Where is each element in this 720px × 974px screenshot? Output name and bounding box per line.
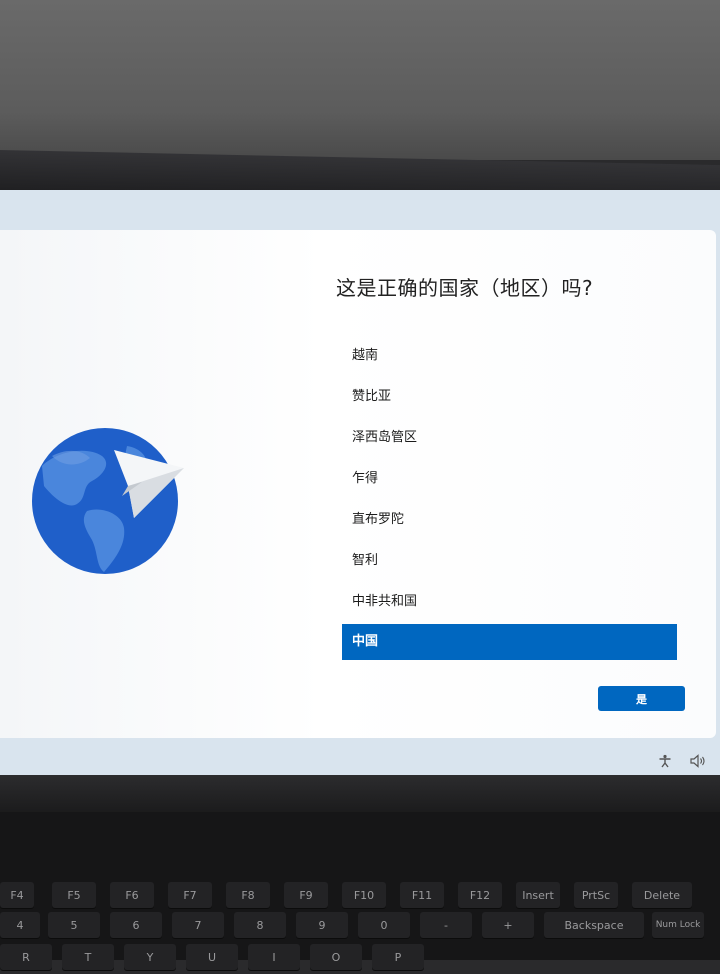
key-9: 9 <box>296 912 348 938</box>
key-p: P <box>372 944 424 970</box>
key-4: 4 <box>0 912 40 938</box>
country-item-chile[interactable]: 智利 <box>342 540 677 581</box>
key-f7: F7 <box>168 882 212 908</box>
key-5: 5 <box>48 912 100 938</box>
country-item-jersey[interactable]: 泽西岛管区 <box>342 417 677 458</box>
keyboard: F4 F5 F6 F7 F8 F9 F10 F11 F12 Insert Prt… <box>0 812 720 970</box>
key-insert: Insert <box>516 882 560 908</box>
key-u: U <box>186 944 238 970</box>
key-f5: F5 <box>52 882 96 908</box>
key-plus: + <box>482 912 534 938</box>
key-y: Y <box>124 944 176 970</box>
key-i: I <box>248 944 300 970</box>
country-item-china-selected[interactable]: 中国 <box>342 624 677 660</box>
key-8: 8 <box>234 912 286 938</box>
key-7: 7 <box>172 912 224 938</box>
globe-illustration <box>32 426 192 576</box>
key-f4: F4 <box>0 882 34 908</box>
globe-icon <box>32 428 184 574</box>
key-delete: Delete <box>632 882 692 908</box>
key-f11: F11 <box>400 882 444 908</box>
key-backspace: Backspace <box>544 912 644 938</box>
laptop-hinge <box>0 775 720 815</box>
country-item-chad[interactable]: 乍得 <box>342 458 677 499</box>
key-prtsc: PrtSc <box>574 882 618 908</box>
accessibility-icon[interactable] <box>658 754 672 772</box>
key-minus: - <box>420 912 472 938</box>
key-f8: F8 <box>226 882 270 908</box>
key-0: 0 <box>358 912 410 938</box>
key-f10: F10 <box>342 882 386 908</box>
page-title: 这是正确的国家（地区）吗? <box>336 276 594 300</box>
volume-icon[interactable] <box>690 754 706 772</box>
key-t: T <box>62 944 114 970</box>
key-f9: F9 <box>284 882 328 908</box>
key-r: R <box>0 944 52 970</box>
country-item-zambia[interactable]: 赞比亚 <box>342 376 677 417</box>
yes-button[interactable]: 是 <box>598 686 685 711</box>
country-item-central-african-republic[interactable]: 中非共和国 <box>342 581 677 622</box>
key-f6: F6 <box>110 882 154 908</box>
country-list[interactable]: 越南 赞比亚 泽西岛管区 乍得 直布罗陀 智利 中非共和国 中国 <box>342 335 677 660</box>
country-item-gibraltar[interactable]: 直布罗陀 <box>342 499 677 540</box>
laptop-screen: 这是正确的国家（地区）吗? 越南 赞比亚 泽西岛管区 乍得 直布罗陀 智利 中非… <box>0 190 720 775</box>
wall-background <box>0 0 720 160</box>
key-6: 6 <box>110 912 162 938</box>
key-f12: F12 <box>458 882 502 908</box>
key-o: O <box>310 944 362 970</box>
country-item-vietnam[interactable]: 越南 <box>342 335 677 376</box>
region-setup-card: 这是正确的国家（地区）吗? 越南 赞比亚 泽西岛管区 乍得 直布罗陀 智利 中非… <box>0 230 716 738</box>
key-num-lock: Num Lock <box>652 912 704 938</box>
